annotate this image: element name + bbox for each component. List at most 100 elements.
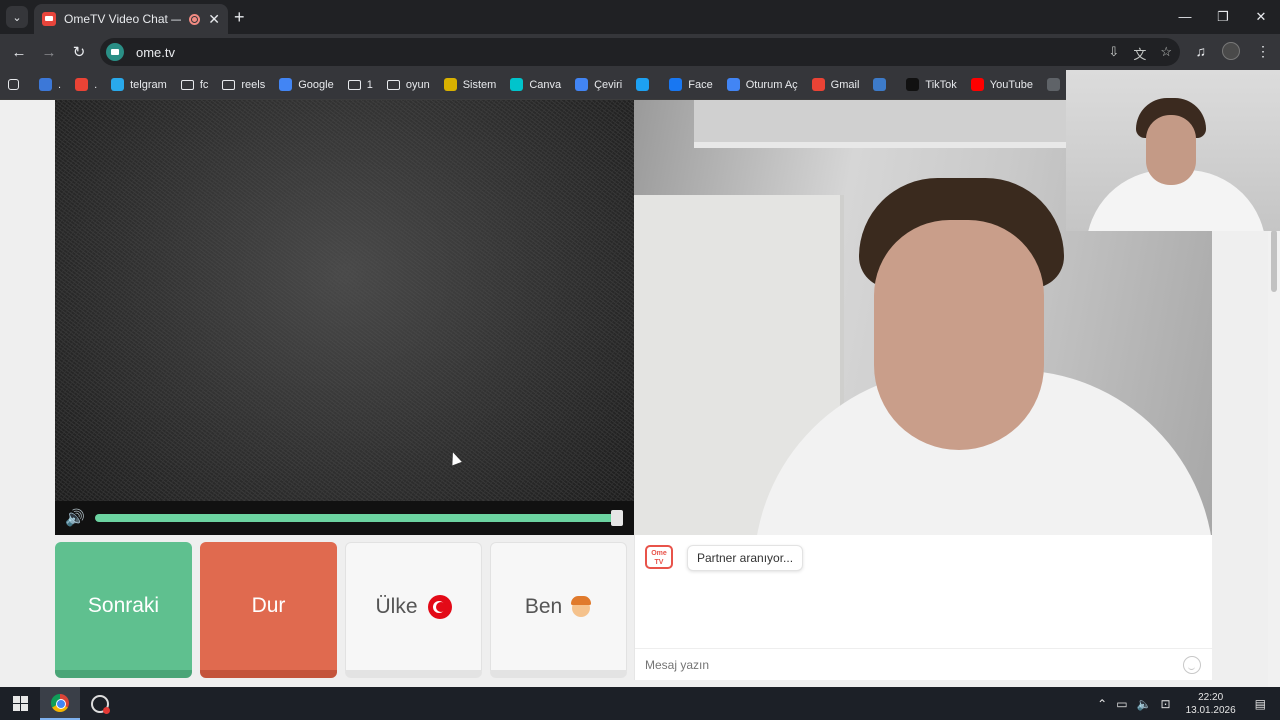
tab-ometv[interactable]: OmeTV Video Chat — Ome ✕ (34, 4, 228, 34)
bookmark-canva[interactable]: Canva (510, 78, 561, 91)
bookmark-face[interactable]: Face (669, 78, 713, 91)
window-controls: — ❐ ✕ (1166, 0, 1280, 34)
close-window-button[interactable]: ✕ (1242, 0, 1280, 34)
bookmark-label: oyun (405, 78, 430, 91)
folder-icon (347, 79, 361, 90)
bookmark-label: TikTok (925, 78, 957, 91)
tab-strip: ⌄ OmeTV Video Chat — Ome ✕ + — ❐ ✕ (0, 0, 1280, 34)
omnibox-actions: ⇩ 文 ☆ (1108, 44, 1172, 63)
chrome-icon (51, 693, 69, 712)
taskbar-chrome[interactable] (40, 687, 80, 720)
bookmark-fc[interactable]: fc (180, 78, 209, 91)
message-bar (635, 648, 1213, 680)
gender-button-label: Ben (524, 594, 563, 618)
bookmark-label: Çeviri (594, 78, 623, 91)
minimize-button[interactable]: — (1166, 0, 1204, 34)
t-icon (873, 78, 887, 91)
tab-title: OmeTV Video Chat — Ome (64, 12, 181, 26)
site-info-icon[interactable] (106, 43, 124, 61)
speaker-icon[interactable]: 🔊 (65, 508, 91, 528)
bookmark-t-icon[interactable] (873, 78, 892, 91)
google-icon (279, 78, 293, 91)
gender-button[interactable]: Ben (490, 542, 627, 678)
bookmark-çeviri[interactable]: Çeviri (575, 78, 622, 91)
bookmark-label: Gmail (830, 78, 860, 91)
message-input[interactable] (645, 657, 1145, 672)
bookmark--[interactable]: . (39, 78, 61, 91)
clock-time: 22:20 (1198, 691, 1224, 703)
login-icon (726, 78, 740, 91)
bookmark-oturum-aç[interactable]: Oturum Aç (726, 78, 798, 91)
gmail-icon (811, 78, 825, 91)
bookmark-reels[interactable]: reels (222, 79, 265, 91)
clock[interactable]: 22:20 13.01.2026 (1186, 691, 1236, 717)
system-tray: ⌃ ▭ 🔈 ⊡ 22:20 13.01.2026 ▤ (1097, 687, 1280, 720)
stop-button[interactable]: Dur (200, 542, 337, 678)
page-scrollbar[interactable] (1268, 230, 1280, 687)
back-button[interactable]: ← (4, 44, 34, 61)
maximize-button[interactable]: ❐ (1204, 0, 1242, 34)
telegram-icon (111, 78, 125, 91)
bookmark-label: . (58, 78, 62, 91)
bookmark--[interactable]: . (75, 78, 97, 91)
bookmark-google[interactable]: Google (279, 78, 334, 91)
menu-kebab-icon[interactable]: ⋮ (1256, 43, 1270, 60)
notifications-icon[interactable]: ▤ (1255, 697, 1266, 711)
self-camera-overlay (1066, 70, 1280, 231)
bookmark-label: . (94, 78, 98, 91)
volume-slider-thumb[interactable] (611, 510, 623, 526)
facebook-icon (669, 78, 683, 91)
twitter-icon (636, 78, 650, 91)
forward-button[interactable]: → (34, 44, 64, 61)
country-button-label: Ülke (375, 594, 418, 618)
chat-panel: Ome TV Partner aranıyor... (634, 535, 1213, 680)
media-control-icon[interactable]: ♫ (1196, 43, 1207, 59)
bookmark-tiktok[interactable]: TikTok (906, 78, 957, 91)
url-text[interactable]: ome.tv (136, 45, 175, 60)
bookmark-label: Face (688, 78, 713, 91)
browser-toolbar: ← → ↻ ome.tv ⇩ 文 ☆ ♫ ⋮ (0, 34, 1280, 70)
list-icon (1047, 78, 1061, 91)
v-icon (443, 78, 457, 91)
windows-start-icon[interactable] (0, 687, 40, 720)
bookmark-gmail[interactable]: Gmail (811, 78, 860, 91)
bookmark-label: fc (199, 78, 209, 91)
battery-icon[interactable]: ▭ (1116, 697, 1127, 711)
bookmark-youtube[interactable]: YouTube (970, 78, 1033, 91)
tab-close-icon[interactable]: ✕ (208, 11, 220, 28)
bookmark-oyun[interactable]: oyun (386, 78, 430, 91)
bookmark-label: Canva (529, 78, 562, 91)
youtube-icon (970, 78, 984, 91)
volume-icon[interactable]: 🔈 (1137, 697, 1152, 711)
apps-grid-icon[interactable] (8, 79, 25, 90)
bookmark-star-icon[interactable]: ☆ (1160, 44, 1172, 63)
google-c-icon (75, 78, 89, 91)
volume-slider[interactable] (95, 510, 623, 526)
profile-avatar[interactable] (1222, 42, 1240, 60)
translate-icon[interactable]: 文 (1133, 44, 1146, 63)
next-button[interactable]: Sonraki (55, 542, 192, 678)
folder-icon (180, 79, 194, 90)
ometv-logo-icon: Ome TV (645, 545, 673, 569)
bookmark-twitter-icon[interactable] (636, 78, 655, 91)
scrollbar-thumb[interactable] (1271, 230, 1277, 292)
country-button[interactable]: Ülke (345, 542, 482, 678)
address-bar[interactable]: ome.tv ⇩ 文 ☆ (100, 38, 1180, 66)
network-icon[interactable]: ⊡ (1161, 697, 1171, 711)
bookmark-sistem[interactable]: Sistem (443, 78, 496, 91)
clock-date: 13.01.2026 (1185, 704, 1236, 716)
bookmark-telgram[interactable]: telgram (111, 78, 167, 91)
new-tab-button[interactable]: + (234, 7, 245, 28)
emoji-picker-icon[interactable] (1183, 655, 1201, 674)
turkey-flag-icon (427, 594, 452, 619)
ometv-favicon-icon (42, 12, 56, 26)
reload-button[interactable]: ↻ (64, 43, 94, 61)
bookmark-1[interactable]: 1 (347, 79, 373, 91)
tray-chevron-icon[interactable]: ⌃ (1097, 697, 1107, 711)
stranger-video-static (55, 100, 634, 535)
tab-search-button[interactable]: ⌄ (6, 6, 28, 28)
install-app-icon[interactable]: ⇩ (1108, 44, 1119, 63)
canva-icon (510, 78, 524, 91)
taskbar-recorder[interactable] (80, 687, 120, 720)
person-face (874, 220, 1044, 450)
